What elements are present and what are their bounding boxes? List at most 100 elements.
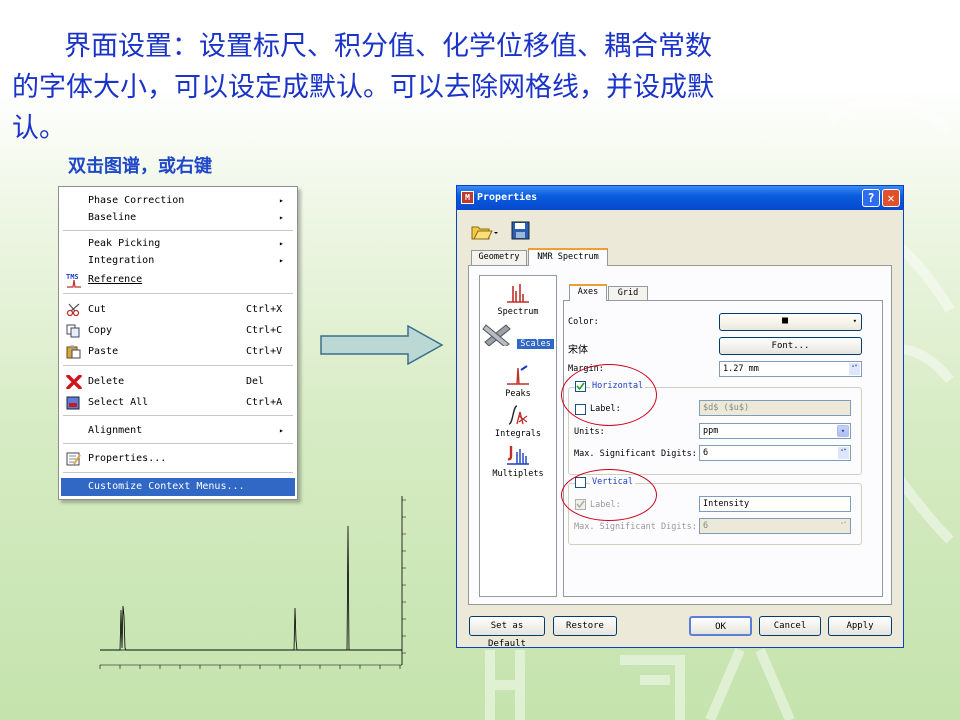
menu-item-label: Alignment <box>88 425 143 436</box>
menu-separator <box>63 365 293 366</box>
save-button[interactable] <box>511 221 531 241</box>
menu-shortcut: Ctrl+V <box>246 346 283 357</box>
tab-grid[interactable]: Grid <box>608 286 648 300</box>
menu-item-paste[interactable]: Paste Ctrl+V <box>61 343 295 361</box>
integrals-icon <box>508 405 528 425</box>
submenu-arrow-icon: ▸ <box>279 213 284 222</box>
open-folder-button[interactable] <box>471 221 499 241</box>
axes-panel: Color: ■ ▾ 宋体 Font... Margin: 1.27 mm ▴▾ … <box>563 300 883 597</box>
side-item-scales[interactable]: Scales <box>480 322 556 349</box>
units-select[interactable]: ppm ▾ <box>699 423 851 439</box>
spectrum-icon <box>507 284 529 303</box>
v-label-field[interactable]: Intensity <box>699 496 851 512</box>
restore-button[interactable]: Restore <box>553 616 617 636</box>
nmr-spectrum-panel: Spectrum Scales Peaks Integrals Multiple… <box>468 265 892 605</box>
spinner-arrows-icon[interactable]: ▴▾ <box>838 447 849 459</box>
nmr-spectrum-plot <box>99 496 406 669</box>
menu-item-delete[interactable]: Delete Del <box>61 373 295 391</box>
slide-title: 界面设置：设置标尺、积分值、化学位移值、耦合常数 的字体大小，可以设定成默认。可… <box>12 26 892 149</box>
font-button[interactable]: Font... <box>719 337 862 355</box>
v-digits-field[interactable]: 6 ▴▾ <box>699 518 851 534</box>
tms-reference-icon: TMS <box>66 273 82 288</box>
menu-item-label: Paste <box>88 346 119 357</box>
menu-item-properties[interactable]: Properties... <box>61 450 295 468</box>
apply-button[interactable]: Apply <box>828 616 892 636</box>
v-digits-label: Max. Significant Digits: <box>574 522 697 532</box>
cancel-button[interactable]: Cancel <box>759 616 821 636</box>
side-item-label: Integrals <box>494 429 542 439</box>
close-button[interactable]: ✕ <box>882 189 900 207</box>
menu-item-label: Phase Correction <box>88 195 185 206</box>
submenu-arrow-icon: ▸ <box>279 196 284 205</box>
spinner-arrows-icon[interactable]: ▴▾ <box>838 520 849 532</box>
dialog-titlebar[interactable]: M Properties ? ✕ <box>457 186 903 210</box>
tab-geometry[interactable]: Geometry <box>471 250 527 265</box>
color-picker-button[interactable]: ■ ▾ <box>719 313 862 331</box>
side-item-integrals[interactable]: Integrals <box>480 404 556 439</box>
menu-item-label: Peak Picking <box>88 238 161 249</box>
menu-shortcut: Ctrl+C <box>246 325 283 336</box>
properties-icon <box>66 452 82 466</box>
submenu-arrow-icon: ▸ <box>279 426 284 435</box>
scissors-icon <box>66 303 82 317</box>
margin-field[interactable]: 1.27 mm ▴▾ <box>719 361 862 377</box>
side-item-label: Multiplets <box>492 469 544 479</box>
spinner-arrows-icon[interactable]: ▴▾ <box>849 363 860 375</box>
color-swatch: ■ <box>782 315 789 326</box>
folder-icon <box>471 226 498 240</box>
delete-x-icon <box>66 374 82 390</box>
menu-shortcut: Ctrl+A <box>246 397 283 408</box>
select-all-icon <box>66 396 82 410</box>
menu-item-copy[interactable]: Copy Ctrl+C <box>61 322 295 340</box>
menu-item-label: Integration <box>88 255 155 266</box>
color-label: Color: <box>568 317 599 327</box>
right-arrow-icon <box>320 325 444 365</box>
menu-item-label: Baseline <box>88 212 137 223</box>
dialog-title: Properties <box>477 192 538 203</box>
annotation-ring-horizontal <box>561 364 657 426</box>
chevron-down-icon[interactable]: ▾ <box>837 425 849 437</box>
menu-shortcut: Del <box>246 376 265 387</box>
tab-axes[interactable]: Axes <box>569 284 607 301</box>
font-name-label: 宋体 <box>568 345 588 356</box>
menu-shortcut: Ctrl+X <box>246 304 283 315</box>
submenu-arrow-icon: ▸ <box>279 256 284 265</box>
units-value: ppm <box>703 426 719 436</box>
h-digits-field[interactable]: 6 ▴▾ <box>699 445 851 461</box>
side-item-multiplets[interactable]: Multiplets <box>480 444 556 479</box>
tab-nmr-spectrum[interactable]: NMR Spectrum <box>528 248 608 266</box>
menu-separator <box>63 293 293 294</box>
title-line-3: 认。 <box>12 113 66 144</box>
margin-value: 1.27 mm <box>723 364 759 374</box>
help-button[interactable]: ? <box>862 189 880 207</box>
h-digits-value: 6 <box>703 448 709 458</box>
side-item-peaks[interactable]: Peaks <box>480 364 556 399</box>
menu-item-reference[interactable]: TMS Reference <box>61 271 295 289</box>
floppy-disk-icon <box>511 221 530 240</box>
units-label: Units: <box>574 427 605 437</box>
menu-separator <box>63 443 293 444</box>
menu-item-label: Copy <box>88 325 113 336</box>
h-digits-label: Max. Significant Digits: <box>574 449 697 459</box>
menu-item-peak-picking[interactable]: Peak Picking ▸ <box>61 235 295 253</box>
side-item-label: Spectrum <box>497 307 539 317</box>
menu-item-integration[interactable]: Integration ▸ <box>61 252 295 270</box>
menu-separator <box>63 230 293 231</box>
menu-item-alignment[interactable]: Alignment ▸ <box>61 422 295 440</box>
title-line-2: 的字体大小，可以设定成默认。可以去除网格线，并设成默 <box>12 72 714 103</box>
h-label-field[interactable]: $d$ ($u$) <box>699 400 851 416</box>
menu-item-label: Delete <box>88 376 125 387</box>
menu-item-label: Cut <box>88 304 107 315</box>
side-item-spectrum[interactable]: Spectrum <box>480 282 556 317</box>
menu-item-phase-correction[interactable]: Phase Correction ▸ <box>61 192 295 210</box>
menu-item-cut[interactable]: Cut Ctrl+X <box>61 301 295 319</box>
ok-button[interactable]: OK <box>689 616 752 636</box>
set-as-default-button[interactable]: Set as Default <box>469 616 545 649</box>
submenu-arrow-icon: ▸ <box>279 239 284 248</box>
menu-item-baseline[interactable]: Baseline ▸ <box>61 209 295 227</box>
properties-dialog: M Properties ? ✕ Geometry NMR Spectrum S… <box>456 185 904 649</box>
menu-item-select-all[interactable]: Select All Ctrl+A <box>61 394 295 412</box>
menu-item-label: Select All <box>88 397 149 408</box>
ruler-scales-icon <box>482 324 511 348</box>
menu-separator <box>63 415 293 416</box>
